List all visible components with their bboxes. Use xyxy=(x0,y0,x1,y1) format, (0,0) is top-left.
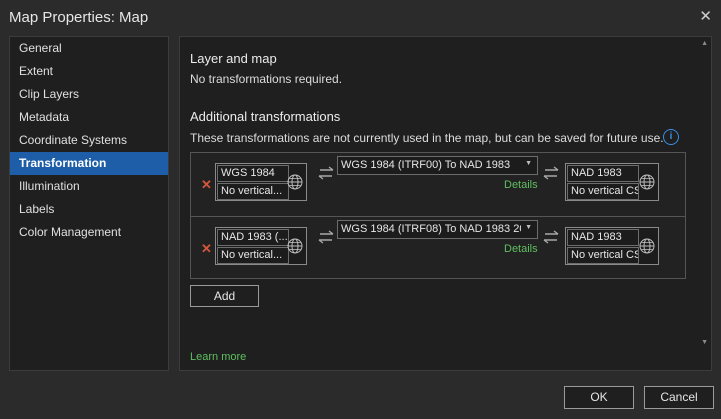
transformation-list: ✕ WGS 1984 No vertical... WGS 1984 (ITRF… xyxy=(190,152,686,279)
cancel-button[interactable]: Cancel xyxy=(644,386,714,409)
target-crs-box: NAD 1983 No vertical CS xyxy=(565,163,659,201)
add-button[interactable]: Add xyxy=(190,285,259,307)
transformation-dropdown[interactable]: WGS 1984 (ITRF08) To NAD 1983 201 ▼ xyxy=(337,220,538,239)
nav-item-labels[interactable]: Labels xyxy=(10,198,168,221)
window-title: Map Properties: Map xyxy=(9,9,149,26)
nav-item-illumination[interactable]: Illumination xyxy=(10,175,168,198)
ok-button[interactable]: OK xyxy=(564,386,634,409)
nav-item-general[interactable]: General xyxy=(10,37,168,60)
layer-and-map-heading: Layer and map xyxy=(190,51,277,66)
details-link[interactable]: Details xyxy=(504,243,538,255)
transformation-value: WGS 1984 (ITRF08) To NAD 1983 201 xyxy=(341,223,521,235)
source-vertical-field[interactable]: No vertical... xyxy=(217,183,289,200)
globe-icon[interactable] xyxy=(287,174,303,190)
nav-item-transformation[interactable]: Transformation xyxy=(10,152,168,175)
source-crs-field[interactable]: WGS 1984 xyxy=(217,165,289,182)
details-link[interactable]: Details xyxy=(504,179,538,191)
target-crs-field[interactable]: NAD 1983 xyxy=(567,229,639,246)
remove-icon[interactable]: ✕ xyxy=(201,177,212,193)
transformation-value: WGS 1984 (ITRF00) To NAD 1983 xyxy=(341,159,511,171)
transformation-dropdown[interactable]: WGS 1984 (ITRF00) To NAD 1983 ▼ xyxy=(337,156,538,175)
transformation-row: ✕ NAD 1983 (... No vertical... WGS 1984 … xyxy=(191,216,685,279)
scroll-up-icon[interactable]: ▲ xyxy=(701,40,708,47)
close-icon[interactable]: ✕ xyxy=(699,7,712,25)
nav-item-metadata[interactable]: Metadata xyxy=(10,106,168,129)
scroll-down-icon[interactable]: ▼ xyxy=(701,339,708,346)
globe-icon[interactable] xyxy=(639,174,655,190)
layer-and-map-text: No transformations required. xyxy=(190,72,343,86)
property-nav: General Extent Clip Layers Metadata Coor… xyxy=(9,36,169,371)
target-crs-field[interactable]: NAD 1983 xyxy=(567,165,639,182)
additional-transformations-text: These transformations are not currently … xyxy=(190,131,664,145)
globe-icon[interactable] xyxy=(287,238,303,254)
swap-arrows-icon xyxy=(318,230,334,244)
transformation-panel: Layer and map No transformations require… xyxy=(179,36,712,371)
swap-arrows-icon xyxy=(543,230,559,244)
chevron-down-icon: ▼ xyxy=(525,224,532,231)
nav-item-coordinate-systems[interactable]: Coordinate Systems xyxy=(10,129,168,152)
transformation-row: ✕ WGS 1984 No vertical... WGS 1984 (ITRF… xyxy=(191,153,685,215)
target-vertical-field[interactable]: No vertical CS xyxy=(567,247,639,264)
nav-item-color-management[interactable]: Color Management xyxy=(10,221,168,244)
chevron-down-icon: ▼ xyxy=(525,160,532,167)
target-crs-box: NAD 1983 No vertical CS xyxy=(565,227,659,265)
info-icon[interactable]: i xyxy=(663,129,679,145)
swap-arrows-icon xyxy=(318,166,334,180)
source-crs-box: WGS 1984 No vertical... xyxy=(215,163,307,201)
globe-icon[interactable] xyxy=(639,238,655,254)
nav-item-extent[interactable]: Extent xyxy=(10,60,168,83)
additional-transformations-heading: Additional transformations xyxy=(190,109,341,124)
nav-item-clip-layers[interactable]: Clip Layers xyxy=(10,83,168,106)
learn-more-link[interactable]: Learn more xyxy=(190,351,246,363)
title-bar: Map Properties: Map ✕ xyxy=(0,0,721,34)
remove-icon[interactable]: ✕ xyxy=(201,241,212,257)
swap-arrows-icon xyxy=(543,166,559,180)
source-crs-field[interactable]: NAD 1983 (... xyxy=(217,229,289,246)
source-vertical-field[interactable]: No vertical... xyxy=(217,247,289,264)
target-vertical-field[interactable]: No vertical CS xyxy=(567,183,639,200)
scrollbar[interactable]: ▲ ▼ xyxy=(699,37,711,370)
source-crs-box: NAD 1983 (... No vertical... xyxy=(215,227,307,265)
